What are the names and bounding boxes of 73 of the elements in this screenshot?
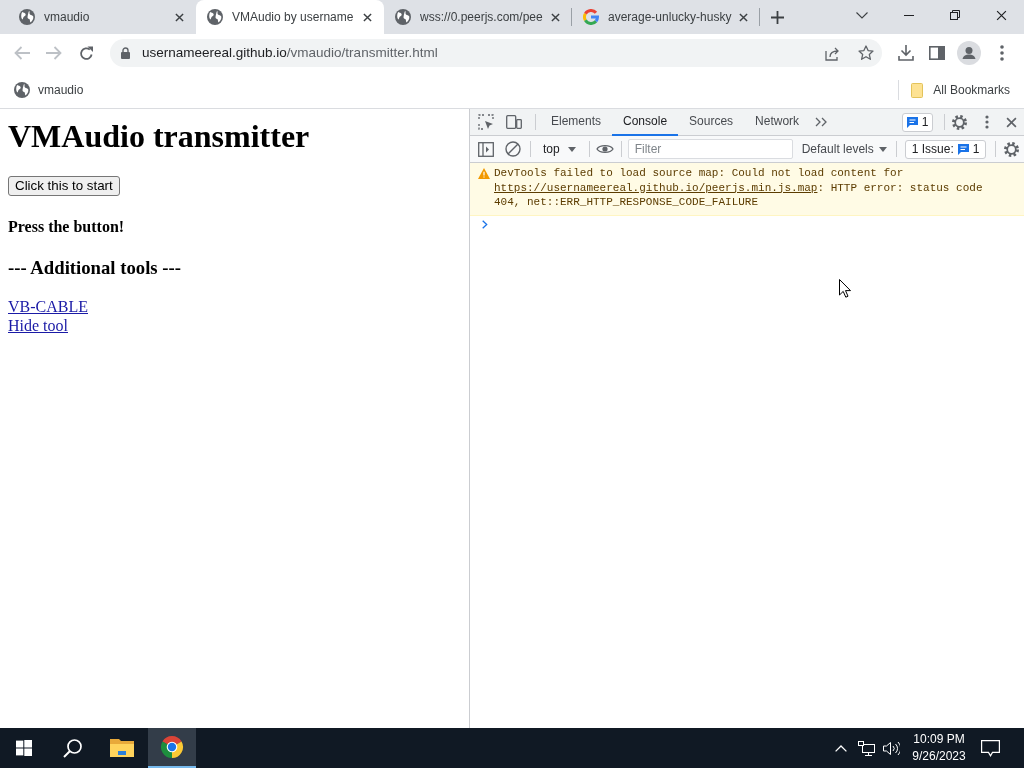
bookmark-item[interactable]: vmaudio <box>14 81 84 99</box>
settings-icon[interactable] <box>952 114 968 130</box>
globe-icon <box>19 9 35 25</box>
share-icon[interactable] <box>825 45 841 61</box>
caret-icon <box>567 146 576 152</box>
notification-icon[interactable] <box>981 739 1000 757</box>
windows-logo-icon[interactable] <box>16 740 32 756</box>
chevron-down-icon[interactable] <box>856 11 868 19</box>
star-icon[interactable] <box>858 45 874 61</box>
folder-icon <box>911 82 924 98</box>
plus-icon[interactable] <box>770 10 784 24</box>
warning-icon <box>478 168 490 179</box>
address-bar[interactable]: usernameereal.github.io/vmaudio/transmitter.html <box>110 39 882 67</box>
chrome-icon <box>160 735 184 759</box>
more-tabs-icon[interactable] <box>815 117 828 127</box>
page-heading: VMAudio transmitter <box>8 118 310 155</box>
all-bookmarks-button[interactable]: All Bookmarks <box>911 81 1010 99</box>
download-icon[interactable] <box>898 45 914 61</box>
mouse-pointer-icon <box>839 279 851 298</box>
profile-avatar-icon[interactable] <box>957 41 981 65</box>
eye-icon[interactable] <box>595 143 614 155</box>
close-icon[interactable] <box>738 12 748 22</box>
message-icon <box>906 116 918 128</box>
context-dropdown[interactable]: top <box>543 140 576 158</box>
caret-icon <box>878 146 887 152</box>
more-icon[interactable] <box>985 115 990 129</box>
devtools-tab[interactable]: Elements <box>540 108 613 136</box>
minimize-icon[interactable] <box>904 14 914 16</box>
side-panel-icon[interactable] <box>929 46 945 60</box>
more-icon[interactable] <box>1000 45 1004 61</box>
close-icon[interactable] <box>550 12 560 22</box>
issues-button[interactable]: 1 Issue: 1 <box>904 139 987 159</box>
close-icon[interactable] <box>995 9 1007 21</box>
console-message: DevTools failed to load source map: Could not load content for https://usernameereal.github.io/peerjs.min.js.map: HTTP error: status code 404, net::ERR_HTTP_RESPONSE_CODE_FAILURE <box>494 166 984 210</box>
status-text: Press the button! <box>8 218 125 236</box>
folder-icon <box>110 737 134 757</box>
levels-dropdown[interactable]: Default levels <box>801 140 887 158</box>
device-icon[interactable] <box>506 115 522 129</box>
settings-icon[interactable] <box>1004 141 1020 157</box>
google-g-icon <box>583 9 599 25</box>
devtools-tab[interactable]: Network <box>744 108 811 136</box>
search-icon[interactable] <box>62 738 82 758</box>
page-link[interactable]: VB-CABLE <box>8 297 88 316</box>
chevron-up-icon[interactable] <box>835 744 847 752</box>
circle-slash-icon[interactable] <box>505 141 521 157</box>
network-icon[interactable] <box>858 740 875 756</box>
inspect-icon[interactable] <box>478 114 494 130</box>
reload-icon[interactable] <box>78 45 94 61</box>
close-icon[interactable] <box>362 12 372 22</box>
speaker-icon[interactable] <box>883 740 900 756</box>
browser-tab[interactable]: VMAudio by username <box>196 0 384 34</box>
globe-icon <box>14 82 30 98</box>
globe-icon <box>207 9 223 25</box>
close-icon[interactable] <box>1006 116 1018 128</box>
message-icon <box>957 143 969 155</box>
taskbar-app-button[interactable] <box>148 728 196 768</box>
page-link[interactable]: Hide tool <box>8 316 68 335</box>
close-icon[interactable] <box>174 12 184 22</box>
globe-icon <box>395 9 411 25</box>
restore-icon[interactable] <box>950 10 960 20</box>
browser-tab[interactable]: average-unlucky-husky <box>572 0 760 34</box>
chevron-icon[interactable] <box>482 220 488 229</box>
lock-icon <box>121 47 130 59</box>
start-button[interactable]: Click this to start <box>8 176 120 196</box>
browser-tab[interactable]: vmaudio <box>8 0 196 34</box>
devtools-tab[interactable]: Sources <box>678 108 745 136</box>
messages-badge[interactable]: 1 <box>901 112 934 132</box>
source-map-link[interactable]: https://usernameereal.github.io/peerjs.min.js.map <box>494 181 818 194</box>
filter-field[interactable]: Filter <box>627 139 793 159</box>
sidebar-toggle-icon[interactable] <box>478 141 494 157</box>
browser-tab[interactable]: wss://0.peerjs.com/pee <box>384 0 572 34</box>
tools-heading: --- Additional tools --- <box>8 257 181 279</box>
clock-button[interactable]: 10:09 PM 9/26/2023 <box>912 731 966 765</box>
